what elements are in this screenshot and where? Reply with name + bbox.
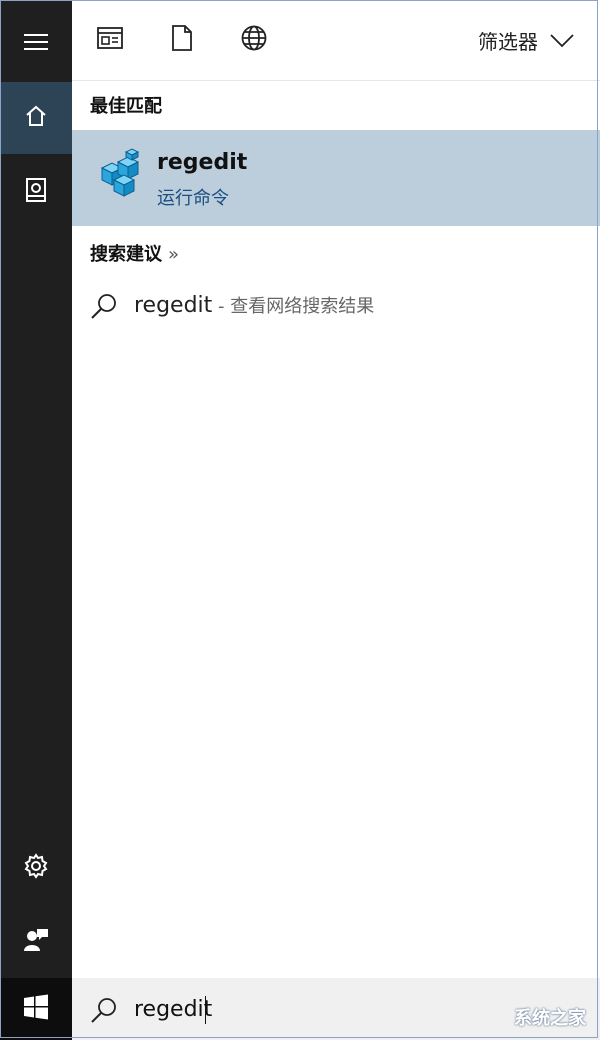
registry-editor-icon bbox=[96, 148, 146, 202]
text-cursor bbox=[205, 996, 206, 1024]
watermark: 系统之家 bbox=[514, 1008, 586, 1029]
filter-dropdown[interactable]: 筛选器 bbox=[478, 26, 574, 55]
home-button[interactable] bbox=[0, 82, 72, 154]
hamburger-menu-button[interactable] bbox=[0, 8, 72, 80]
chevron-down-icon bbox=[550, 29, 574, 53]
result-app-name: regedit bbox=[157, 150, 248, 175]
suggestion-text: regedit - 查看网络搜索结果 bbox=[134, 292, 374, 318]
search-suggestions-heading[interactable]: 搜索建议 » bbox=[90, 240, 179, 266]
user-feedback-icon bbox=[23, 927, 49, 957]
start-button[interactable] bbox=[0, 978, 72, 1040]
more-arrow: » bbox=[168, 244, 180, 265]
suggestion-subtext: - 查看网络搜索结果 bbox=[212, 296, 375, 317]
hamburger-menu-icon bbox=[24, 33, 48, 55]
home-icon bbox=[24, 104, 48, 132]
gear-icon bbox=[23, 853, 49, 883]
documents-scope-button[interactable] bbox=[166, 24, 198, 56]
scope-toolbar: 筛选器 bbox=[72, 0, 600, 81]
documents-button[interactable] bbox=[0, 156, 72, 228]
document-icon bbox=[172, 25, 192, 55]
search-icon bbox=[90, 292, 118, 324]
feedback-button[interactable] bbox=[0, 906, 72, 978]
search-results-panel: 筛选器 最佳匹配 regedit 运行命令 搜索建议 » regedit - 查… bbox=[72, 0, 600, 978]
left-rail bbox=[0, 0, 72, 1040]
search-suggestions-title: 搜索建议 bbox=[90, 244, 162, 265]
web-scope-button[interactable] bbox=[238, 24, 270, 56]
suggestion-item[interactable]: regedit - 查看网络搜索结果 bbox=[72, 280, 600, 332]
result-app-type: 运行命令 bbox=[157, 188, 229, 209]
apps-icon bbox=[97, 27, 123, 53]
best-match-heading: 最佳匹配 bbox=[90, 96, 162, 117]
documents-icon bbox=[24, 177, 48, 207]
windows-start-icon bbox=[23, 994, 49, 1024]
search-input[interactable] bbox=[132, 992, 436, 1026]
search-icon bbox=[90, 996, 118, 1028]
web-icon bbox=[241, 25, 267, 55]
suggestion-query: regedit bbox=[134, 293, 213, 318]
apps-scope-button[interactable] bbox=[94, 24, 126, 56]
filter-label: 筛选器 bbox=[478, 30, 538, 54]
best-match-result[interactable]: regedit 运行命令 bbox=[72, 130, 600, 226]
settings-button[interactable] bbox=[0, 832, 72, 904]
